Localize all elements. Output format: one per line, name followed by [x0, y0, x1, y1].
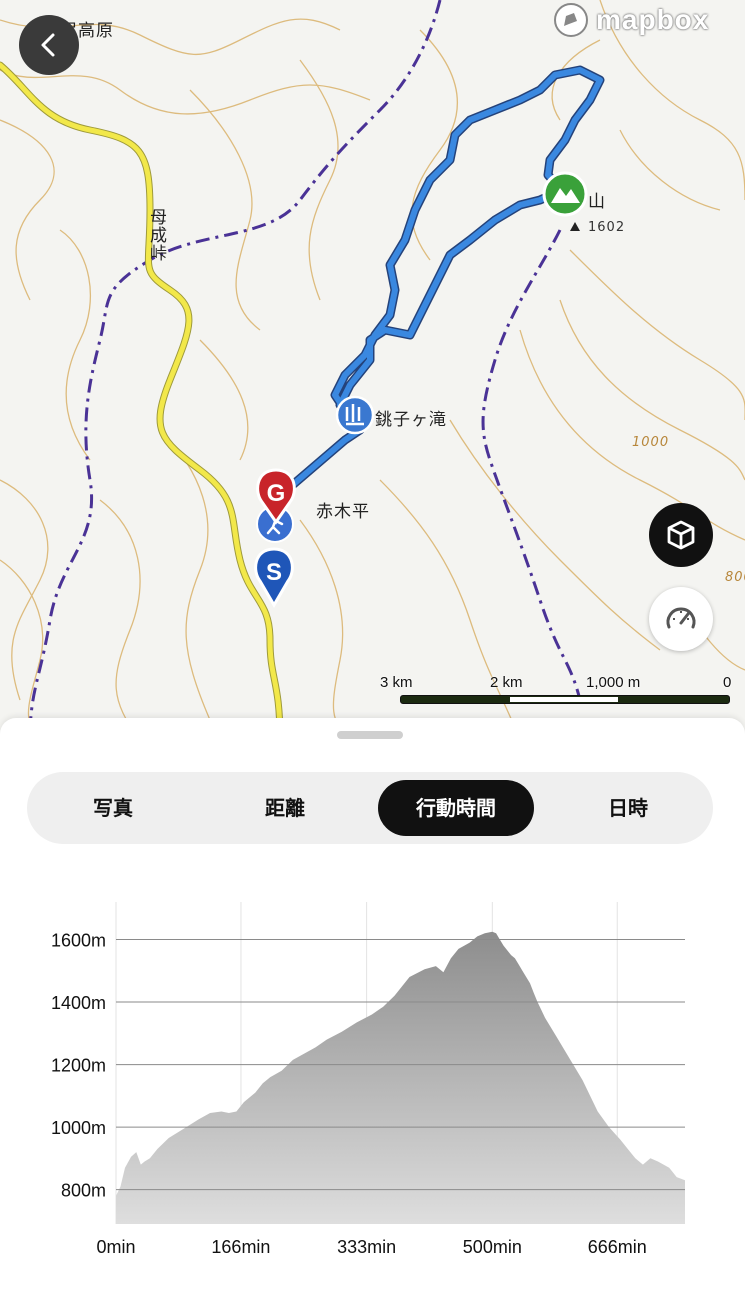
- summit-altitude: 1602: [588, 220, 626, 235]
- svg-text:S: S: [266, 559, 282, 586]
- tab-photos[interactable]: 写真: [35, 780, 191, 836]
- view-3d-button[interactable]: [649, 503, 713, 567]
- tab-duration[interactable]: 行動時間: [378, 780, 534, 836]
- mountain-icon[interactable]: [542, 171, 588, 217]
- scale-label: 3 km: [380, 674, 413, 691]
- x-tick-label: 0min: [96, 1237, 135, 1257]
- y-tick-label: 1000m: [51, 1118, 106, 1138]
- place-label-falls: 銚子ヶ滝: [375, 410, 447, 430]
- elevation-chart: 0min 166min 333min 500min 666min 800m 1000m 120…: [51, 902, 685, 1257]
- scale-label: 2 km: [490, 674, 523, 691]
- map-canvas: G S: [0, 0, 745, 740]
- contour-label-1000: 1000: [632, 435, 670, 450]
- summit-triangle-icon: [570, 222, 580, 231]
- start-marker[interactable]: S: [254, 547, 294, 608]
- x-tick-label: 666min: [588, 1237, 647, 1257]
- speed-button[interactable]: [649, 587, 713, 651]
- y-tick-label: 1400m: [51, 993, 106, 1013]
- cube-icon: [667, 520, 695, 550]
- x-tick-label: 500min: [463, 1237, 522, 1257]
- mapbox-logo-icon: [554, 3, 588, 37]
- speedometer-icon: [666, 607, 696, 629]
- back-button[interactable]: [19, 15, 79, 75]
- scale-bar: 3 km 2 km 1,000 m 0: [380, 674, 732, 704]
- elevation-area: [116, 931, 685, 1224]
- scale-bar-graphic: [400, 695, 730, 704]
- x-tick-label: 166min: [211, 1237, 270, 1257]
- segmented-control: 写真 距離 行動時間 日時: [27, 772, 713, 844]
- tab-datetime[interactable]: 日時: [550, 780, 706, 836]
- y-tick-label: 1200m: [51, 1056, 106, 1076]
- tab-distance[interactable]: 距離: [207, 780, 363, 836]
- scale-label: 1,000 m: [586, 674, 641, 691]
- map-view[interactable]: G S 沼尻高原 母成峠 銚子ヶ滝 赤木平 山 1602 1000 800 ma…: [0, 0, 745, 740]
- y-tick-label: 800m: [61, 1181, 106, 1201]
- place-label-bosei-pass: 母成峠: [146, 208, 166, 262]
- place-label-summit: 山: [588, 192, 606, 212]
- scale-label: 0: [723, 674, 732, 691]
- mapbox-label: mapbox: [596, 4, 710, 35]
- x-tick-label: 333min: [337, 1237, 396, 1257]
- y-tick-label: 1600m: [51, 931, 106, 951]
- road: [0, 61, 284, 740]
- sheet-grabber[interactable]: [337, 731, 403, 739]
- waterfall-icon[interactable]: [335, 395, 375, 435]
- place-label-akagidaira: 赤木平: [316, 502, 370, 522]
- mapbox-attribution[interactable]: mapbox: [552, 0, 709, 40]
- contour-lines: [0, 0, 745, 740]
- chevron-left-icon: [41, 33, 55, 57]
- gps-track: [270, 65, 605, 505]
- svg-text:G: G: [267, 480, 286, 507]
- contour-label-800: 800: [725, 570, 745, 585]
